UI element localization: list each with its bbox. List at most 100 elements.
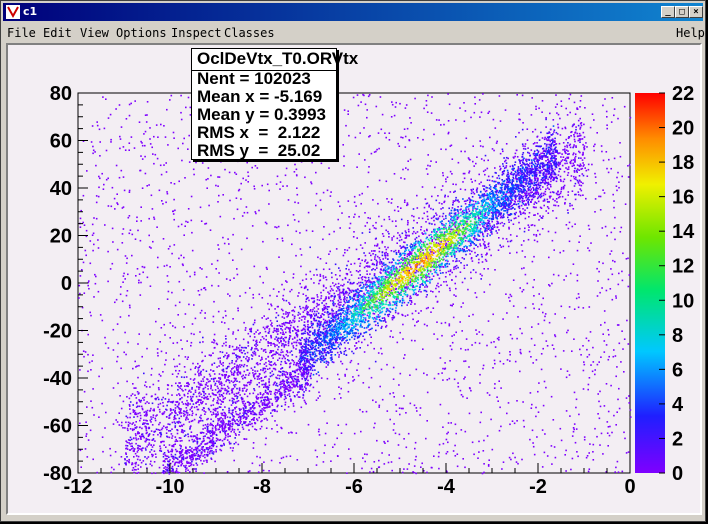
scatter-point xyxy=(619,142,621,144)
scatter-point xyxy=(199,267,201,269)
scatter-point xyxy=(178,393,180,395)
scatter-point xyxy=(141,265,144,268)
scatter-point xyxy=(98,375,100,378)
scatter-point xyxy=(595,182,597,184)
minimize-button[interactable]: _ xyxy=(661,6,675,18)
scatter-point xyxy=(430,217,433,220)
scatter-point xyxy=(400,207,402,209)
scatter-point xyxy=(571,350,573,352)
menu-inspect[interactable]: Inspect xyxy=(171,26,222,40)
scatter-point xyxy=(103,127,106,130)
scatter-point xyxy=(285,299,288,302)
scatter-point xyxy=(323,452,325,454)
scatter-point xyxy=(182,390,184,392)
maximize-button[interactable]: □ xyxy=(675,6,689,18)
menu-view[interactable]: View xyxy=(80,26,109,40)
scatter-point xyxy=(379,259,381,261)
scatter-point xyxy=(568,136,571,139)
scatter-point xyxy=(509,351,511,353)
scatter-point xyxy=(340,292,343,294)
scatter-point xyxy=(270,303,272,306)
scatter-point xyxy=(621,175,623,178)
scatter-point xyxy=(354,213,356,216)
scatter-point xyxy=(475,200,477,203)
scatter-point xyxy=(92,249,94,252)
scatter-point xyxy=(247,374,250,376)
scatter-point xyxy=(174,407,177,409)
scatter-point xyxy=(544,313,547,315)
scatter-point xyxy=(139,419,141,422)
scatter-point xyxy=(409,251,412,253)
scatter-point xyxy=(559,251,561,254)
scatter-point xyxy=(538,308,540,310)
scatter-point xyxy=(230,370,232,372)
scatter-point xyxy=(350,359,353,362)
scatter-point xyxy=(368,367,371,370)
scatter-point xyxy=(249,287,251,289)
scatter-point xyxy=(236,348,238,350)
scatter-point xyxy=(573,134,575,136)
scatter-point xyxy=(520,352,522,355)
scatter-point xyxy=(79,275,82,277)
scatter-point xyxy=(564,126,566,129)
scatter-point xyxy=(528,212,531,214)
scatter-point xyxy=(325,307,327,309)
scatter-point xyxy=(577,293,580,295)
scatter-point xyxy=(460,150,462,153)
scatter-point xyxy=(440,208,442,210)
scatter-point xyxy=(502,237,504,240)
scatter-point xyxy=(600,432,603,435)
scatter-point xyxy=(545,117,547,119)
scatter-point xyxy=(116,355,119,358)
menu-options[interactable]: Options xyxy=(116,26,167,40)
scatter-point xyxy=(582,162,584,164)
scatter-point xyxy=(555,217,558,219)
scatter-point xyxy=(574,182,577,185)
menu-classes[interactable]: Classes xyxy=(224,26,275,40)
scatter-point xyxy=(284,341,287,343)
scatter-point xyxy=(580,122,583,124)
scatter-point xyxy=(158,423,160,426)
title-bar[interactable]: c1 _ □ × xyxy=(3,3,703,21)
scatter-point xyxy=(347,113,349,115)
scatter-point xyxy=(536,240,539,243)
scatter-point xyxy=(196,385,198,388)
menu-help[interactable]: Help xyxy=(676,26,705,40)
scatter-point xyxy=(225,352,228,354)
scatter-point xyxy=(86,406,88,408)
scatter-point xyxy=(627,176,630,178)
close-button[interactable]: × xyxy=(689,6,703,18)
scatter-point xyxy=(92,354,94,356)
scatter-point xyxy=(235,197,238,199)
scatter-point xyxy=(414,232,417,235)
scatter-point xyxy=(92,145,94,148)
scatter-point xyxy=(129,412,132,415)
scatter-point xyxy=(611,273,614,276)
scatter-point xyxy=(535,206,537,209)
scatter-point xyxy=(119,147,121,150)
scatter-point xyxy=(333,230,335,233)
menu-file[interactable]: File xyxy=(7,26,36,40)
scatter-point xyxy=(184,388,187,391)
scatter-point xyxy=(141,142,143,144)
scatter-point xyxy=(199,365,201,367)
scatter-point xyxy=(603,405,606,407)
scatter-point xyxy=(566,146,569,148)
scatter-point xyxy=(346,273,349,275)
scatter-point xyxy=(372,253,374,255)
scatter-point xyxy=(469,242,472,245)
scatter-point xyxy=(299,305,301,308)
scatter-point xyxy=(107,205,110,207)
scatter-point xyxy=(282,351,284,353)
scatter-point xyxy=(336,437,338,440)
plot-canvas[interactable]: -12 -10 -8 -6 -4 -2 0 80 60 40 20 0 -20 -40 -60 -80 22 2… xyxy=(6,43,702,515)
scatter-point xyxy=(483,439,485,442)
scatter-point xyxy=(136,451,139,453)
scatter-point xyxy=(560,188,563,191)
menu-edit[interactable]: Edit xyxy=(43,26,72,40)
scatter-point xyxy=(502,163,504,165)
scatter-point xyxy=(97,195,100,198)
scatter-point xyxy=(127,425,130,427)
scatter-point xyxy=(130,394,132,397)
scatter-point xyxy=(251,425,254,428)
